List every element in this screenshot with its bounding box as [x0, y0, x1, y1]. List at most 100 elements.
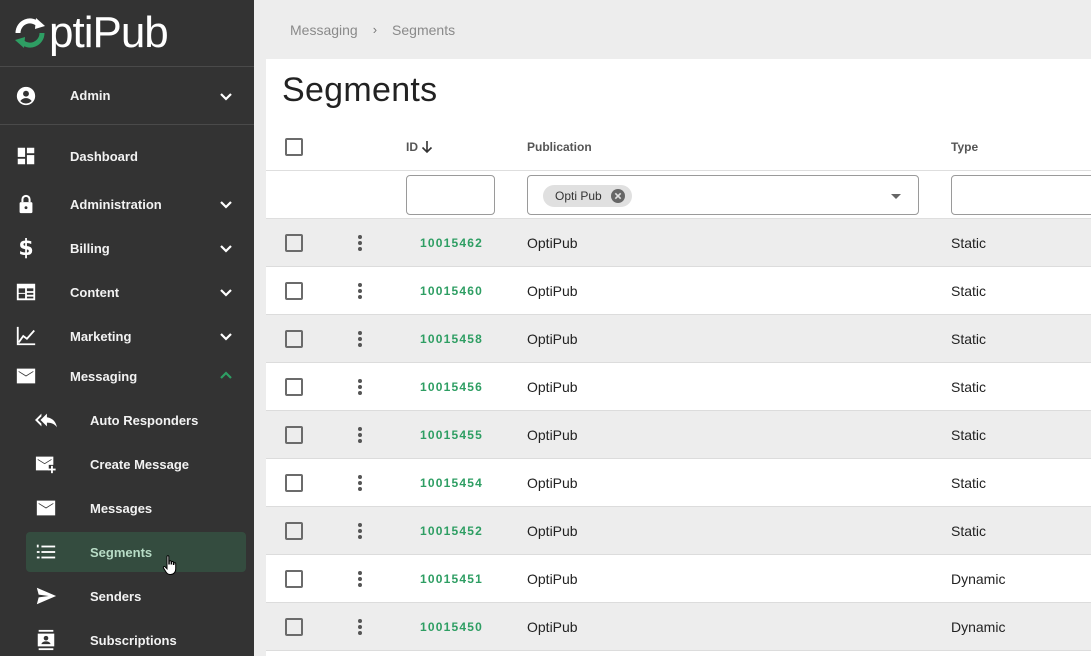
sidebar-item-marketing[interactable]: Marketing	[0, 314, 254, 358]
column-header-id[interactable]: ID	[406, 123, 433, 171]
sidebar-item-label: Marketing	[70, 328, 132, 344]
chevron-down-icon[interactable]	[216, 238, 236, 258]
type-cell: Static	[951, 523, 987, 539]
chevron-down-icon[interactable]	[216, 86, 236, 106]
chevron-down-icon[interactable]	[216, 326, 236, 346]
more-vert-icon[interactable]	[357, 426, 363, 444]
publication-cell: OptiPub	[527, 619, 578, 635]
sidebar-item-billing[interactable]: $ Billing	[0, 226, 254, 270]
table-row[interactable]: 10015450 OptiPub Dynamic	[266, 603, 1091, 651]
table-row[interactable]: 10015460 OptiPub Static	[266, 267, 1091, 315]
more-vert-icon[interactable]	[357, 234, 363, 252]
chevron-up-icon[interactable]	[216, 366, 236, 386]
chip-remove-icon[interactable]	[610, 188, 626, 204]
segment-id-link[interactable]: 10015454	[420, 476, 483, 490]
sidebar-item-segments[interactable]: Segments	[0, 530, 254, 574]
logo-wordmark: ptiPub	[12, 8, 169, 57]
row-checkbox[interactable]	[285, 522, 303, 540]
sidebar-item-auto-responders[interactable]: Auto Responders	[0, 398, 254, 442]
row-checkbox[interactable]	[285, 618, 303, 636]
sidebar-item-create-message[interactable]: Create Message	[0, 442, 254, 486]
breadcrumb-item-segments: Segments	[392, 22, 456, 38]
sidebar-item-label: Messages	[90, 500, 153, 516]
select-all-checkbox[interactable]	[285, 138, 303, 156]
row-checkbox[interactable]	[285, 378, 303, 396]
segment-id-link[interactable]: 10015450	[420, 620, 483, 634]
segment-id-link[interactable]: 10015460	[420, 284, 483, 298]
segment-id-link[interactable]: 10015452	[420, 524, 483, 538]
segment-id-link[interactable]: 10015462	[420, 236, 483, 250]
table-row[interactable]: 10015458 OptiPub Static	[266, 315, 1091, 363]
segment-id-link[interactable]: 10015456	[420, 380, 483, 394]
chevron-down-icon[interactable]	[216, 282, 236, 302]
column-header-publication[interactable]: Publication	[527, 123, 592, 171]
row-checkbox[interactable]	[285, 282, 303, 300]
sidebar-item-content[interactable]: Content	[0, 270, 254, 314]
sidebar-item-label: Billing	[70, 240, 110, 256]
more-vert-icon[interactable]	[357, 282, 363, 300]
publication-filter-chip: Opti Pub	[543, 185, 632, 207]
table-row[interactable]: 10015462 OptiPub Static	[266, 219, 1091, 267]
segment-id-link[interactable]: 10015455	[420, 428, 483, 442]
more-vert-icon[interactable]	[357, 330, 363, 348]
dashboard-icon	[14, 144, 38, 168]
sidebar-item-dashboard[interactable]: Dashboard	[0, 134, 254, 178]
sidebar-item-messaging[interactable]: Messaging	[0, 354, 254, 398]
row-checkbox[interactable]	[285, 234, 303, 252]
optipub-logo[interactable]: ptiPub	[0, 0, 254, 67]
segment-id-link[interactable]: 10015458	[420, 332, 483, 346]
id-filter-input[interactable]	[406, 175, 495, 215]
sidebar-item-label: Content	[70, 284, 120, 300]
more-vert-icon[interactable]	[357, 522, 363, 540]
sidebar-item-label: Messaging	[70, 368, 138, 384]
user-name: Admin	[70, 88, 111, 103]
chart-line-icon	[14, 324, 38, 348]
sidebar-item-messages[interactable]: Messages	[0, 486, 254, 530]
table-row[interactable]: 10015455 OptiPub Static	[266, 411, 1091, 459]
sidebar: ptiPub Admin Dashboard Administration $ …	[0, 0, 254, 656]
dollar-icon: $	[18, 235, 34, 261]
logo-text: ptiPub	[49, 8, 169, 57]
row-checkbox[interactable]	[285, 330, 303, 348]
numbered-list-icon	[34, 540, 58, 564]
row-checkbox[interactable]	[285, 426, 303, 444]
publication-cell: OptiPub	[527, 571, 578, 587]
sidebar-item-label: Senders	[90, 588, 142, 604]
column-header-type[interactable]: Type	[951, 123, 978, 171]
sidebar-item-administration[interactable]: Administration	[0, 182, 254, 226]
table-row[interactable]: 10015456 OptiPub Static	[266, 363, 1091, 411]
arrow-down-sort-icon	[421, 141, 433, 154]
publication-cell: OptiPub	[527, 523, 578, 539]
calendar-table-icon	[14, 280, 38, 304]
type-cell: Static	[951, 331, 987, 347]
hand-pointer-cursor-icon	[162, 555, 177, 575]
lock-icon	[14, 192, 38, 216]
chevron-down-icon[interactable]	[216, 194, 236, 214]
filter-row: Opti Pub	[266, 171, 1091, 219]
publication-filter-select[interactable]: Opti Pub	[527, 175, 919, 215]
row-checkbox[interactable]	[285, 474, 303, 492]
more-vert-icon[interactable]	[357, 618, 363, 636]
row-checkbox[interactable]	[285, 570, 303, 588]
user-menu[interactable]: Admin	[0, 67, 254, 125]
sidebar-item-label: Administration	[70, 196, 162, 212]
more-vert-icon[interactable]	[357, 474, 363, 492]
type-cell: Dynamic	[951, 571, 1006, 587]
segment-id-link[interactable]: 10015451	[420, 572, 483, 586]
breadcrumb-item-messaging[interactable]: Messaging	[290, 22, 358, 38]
sidebar-item-subscriptions[interactable]: Subscriptions	[0, 618, 254, 656]
contacts-icon	[34, 628, 58, 652]
more-vert-icon[interactable]	[357, 378, 363, 396]
sidebar-item-label: Dashboard	[70, 148, 138, 164]
sidebar-item-label: Segments	[90, 544, 153, 560]
breadcrumb: Messaging › Segments	[290, 22, 455, 38]
sidebar-item-label: Create Message	[90, 456, 189, 472]
dropdown-arrow-icon[interactable]	[891, 194, 901, 199]
more-vert-icon[interactable]	[357, 570, 363, 588]
sidebar-item-senders[interactable]: Senders	[0, 574, 254, 618]
table-row[interactable]: 10015454 OptiPub Static	[266, 459, 1091, 507]
table-row[interactable]: 10015452 OptiPub Static	[266, 507, 1091, 555]
page-title: Segments	[282, 71, 438, 109]
type-filter-input[interactable]	[951, 175, 1091, 215]
table-row[interactable]: 10015451 OptiPub Dynamic	[266, 555, 1091, 603]
